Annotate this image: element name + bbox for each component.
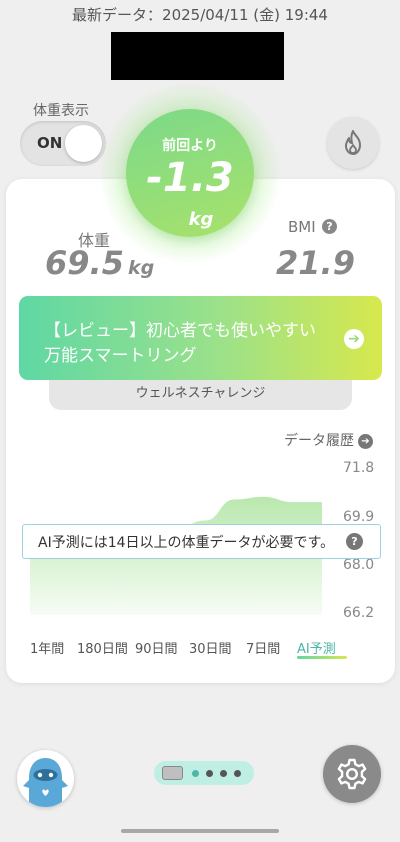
change-label: 前回より	[162, 138, 218, 154]
banner-line1: 【レビュー】初心者でも使いやすい	[44, 321, 316, 341]
tab-7-days[interactable]: 7日間	[246, 638, 280, 657]
review-banner[interactable]: 【レビュー】初心者でも使いやすい 万能スマートリング ➔	[19, 296, 382, 380]
notice-help-icon[interactable]: ?	[346, 533, 363, 550]
toggle-knob	[65, 125, 102, 162]
weight-display-label: 体重表示	[33, 103, 89, 119]
fire-icon	[345, 130, 361, 155]
change-unit: kg	[188, 209, 214, 230]
y-tick-label: 71.8	[343, 460, 375, 476]
fire-button[interactable]	[327, 117, 379, 169]
tab-30-days[interactable]: 30日間	[189, 638, 232, 657]
bmi-value: 21.9	[276, 244, 355, 282]
weight-unit: kg	[127, 257, 155, 279]
status-text: 最新データ：2025/04/11 (金) 19:44	[72, 6, 328, 24]
tab-90-days[interactable]: 90日間	[135, 638, 178, 657]
settings-button[interactable]	[323, 745, 381, 803]
avatar[interactable]	[17, 750, 74, 807]
page-dot	[220, 770, 227, 777]
range-tabs: 1年間 180日間 90日間 30日間 7日間 AI予測	[22, 638, 372, 660]
tab-1-year[interactable]: 1年間	[30, 638, 64, 657]
y-tick-label: 69.9	[343, 509, 375, 525]
toggle-label: ON	[37, 134, 63, 152]
weight-display-toggle[interactable]: ON	[20, 121, 106, 166]
home-indicator	[121, 829, 279, 833]
redacted-area	[111, 32, 284, 80]
change-value: -1.3	[146, 155, 234, 201]
gear-icon	[337, 758, 367, 790]
data-history-link[interactable]: データ履歴 ➔	[284, 430, 373, 450]
bmi-label: BMI	[288, 218, 316, 236]
page-dot	[192, 770, 199, 777]
mascot-icon	[23, 758, 68, 807]
tab-180-days[interactable]: 180日間	[77, 638, 128, 657]
notice-text: AI予測には14日以上の体重データが必要です。	[38, 535, 335, 551]
bmi-help-icon[interactable]: ?	[322, 219, 337, 234]
weight-value-group: 69.5 kg	[45, 244, 154, 282]
card-view-icon	[162, 766, 183, 780]
page-dot	[206, 770, 213, 777]
arrow-right-icon: ➔	[344, 329, 364, 349]
ai-prediction-notice: AI予測には14日以上の体重データが必要です。 ?	[22, 524, 381, 559]
page-indicator[interactable]	[154, 761, 254, 785]
banner-line2: 万能スマートリング	[44, 346, 197, 366]
page-dot	[234, 770, 241, 777]
y-tick-label: 68.0	[343, 557, 375, 573]
data-history-label: データ履歴	[284, 433, 354, 449]
change-circle: 前回より -1.3 kg	[126, 109, 254, 237]
weight-value: 69.5	[45, 244, 124, 282]
active-tab-underline	[297, 656, 347, 659]
tab-ai-prediction[interactable]: AI予測	[297, 638, 336, 657]
arrow-right-icon: ➔	[358, 434, 373, 449]
wellness-challenge-tab[interactable]: ウェルネスチャレンジ	[49, 380, 352, 410]
y-tick-label: 66.2	[343, 605, 375, 621]
